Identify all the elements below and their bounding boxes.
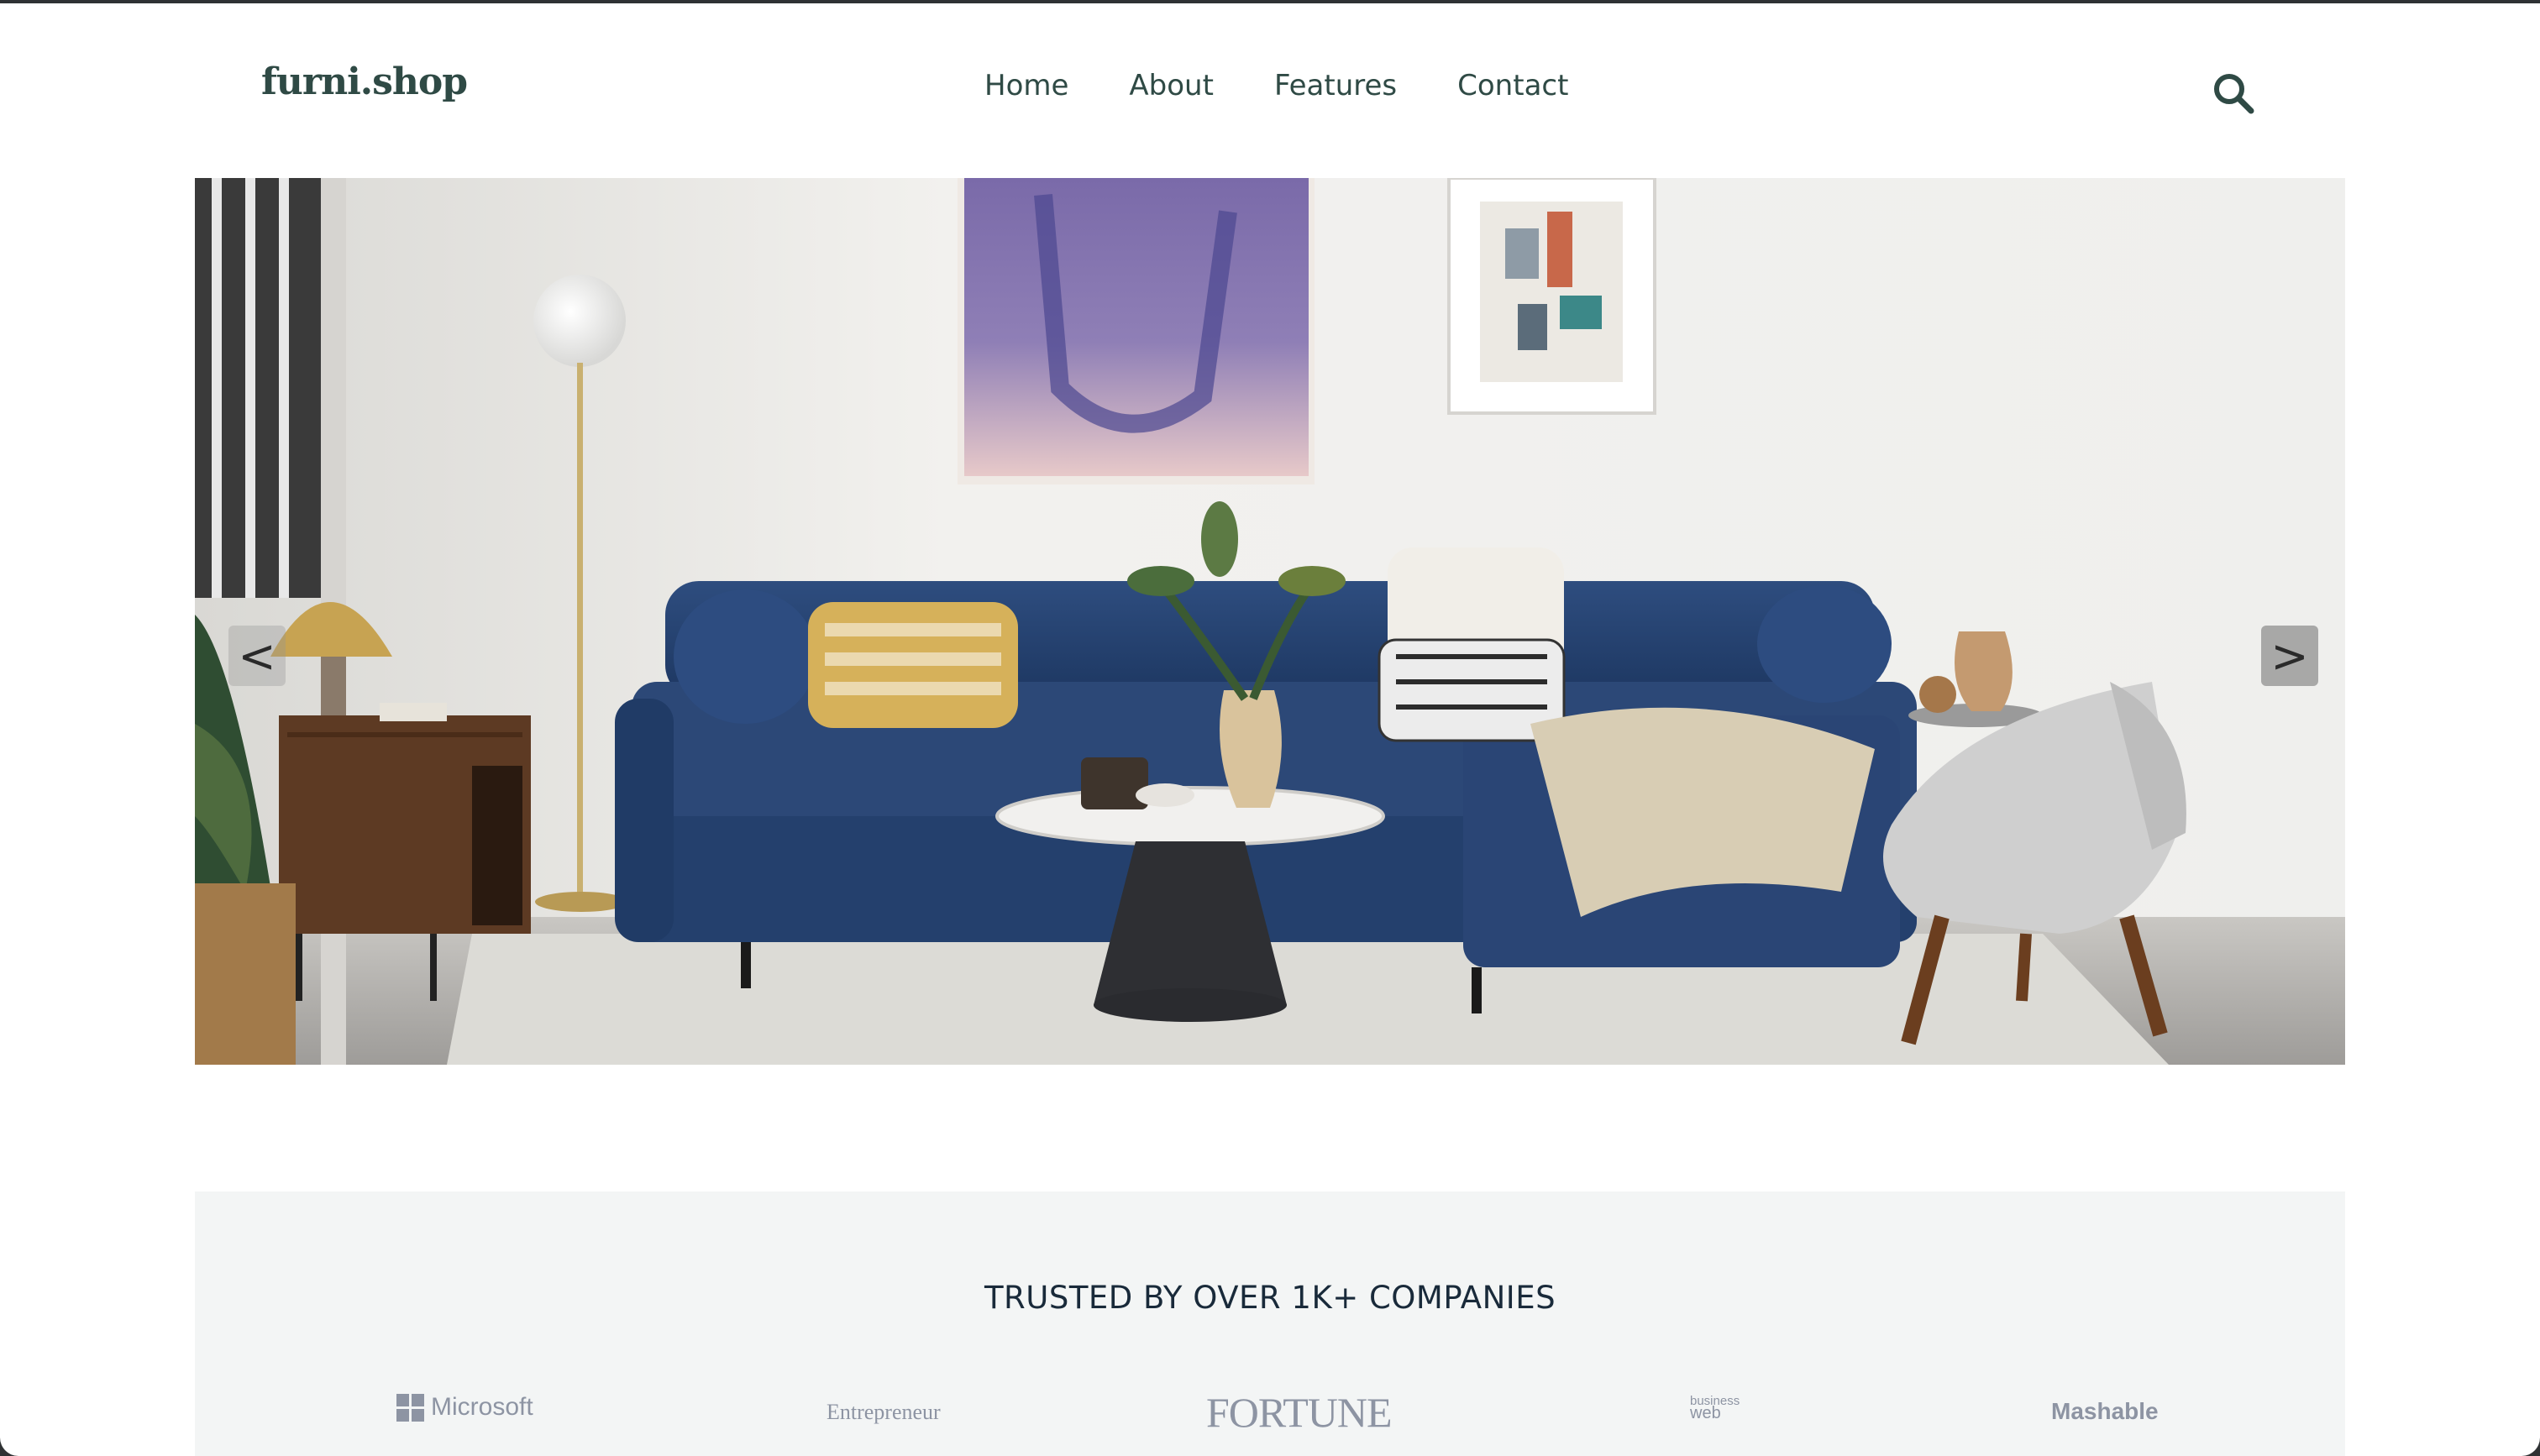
brand-business-web-line2: web <box>1690 1404 1721 1422</box>
hero-carousel: < > <box>195 178 2345 1065</box>
brand-entrepreneur: Entrepreneur <box>827 1400 941 1424</box>
carousel-prev-button[interactable]: < <box>228 626 286 686</box>
nav-features[interactable]: Features <box>1274 69 1397 102</box>
brand-mashable: Mashable <box>2051 1398 2159 1424</box>
brand-microsoft-label: Microsoft <box>431 1393 533 1421</box>
search-icon[interactable] <box>2211 71 2258 118</box>
main-nav: Home About Features Contact <box>984 69 1568 102</box>
nav-contact[interactable]: Contact <box>1457 69 1568 102</box>
brand-logo-row: Microsoft Entrepreneur FORTUNE business … <box>195 1389 2345 1456</box>
brand-fortune: FORTUNE <box>1206 1389 1393 1436</box>
carousel-next-button[interactable]: > <box>2261 626 2318 686</box>
hero-image <box>195 178 2345 1065</box>
microsoft-logo-icon <box>396 1393 424 1422</box>
nav-about[interactable]: About <box>1129 69 1214 102</box>
brand-microsoft: Microsoft <box>396 1393 533 1422</box>
trusted-title: TRUSTED BY OVER 1K+ COMPANIES <box>984 1280 1556 1316</box>
page: furni.shop Home About Features Contact <… <box>0 3 2540 1456</box>
nav-home[interactable]: Home <box>984 69 1068 102</box>
site-logo[interactable]: furni.shop <box>261 60 468 103</box>
brand-business-web: business web <box>1690 1395 1740 1422</box>
trusted-section: TRUSTED BY OVER 1K+ COMPANIES Microsoft … <box>195 1192 2345 1456</box>
